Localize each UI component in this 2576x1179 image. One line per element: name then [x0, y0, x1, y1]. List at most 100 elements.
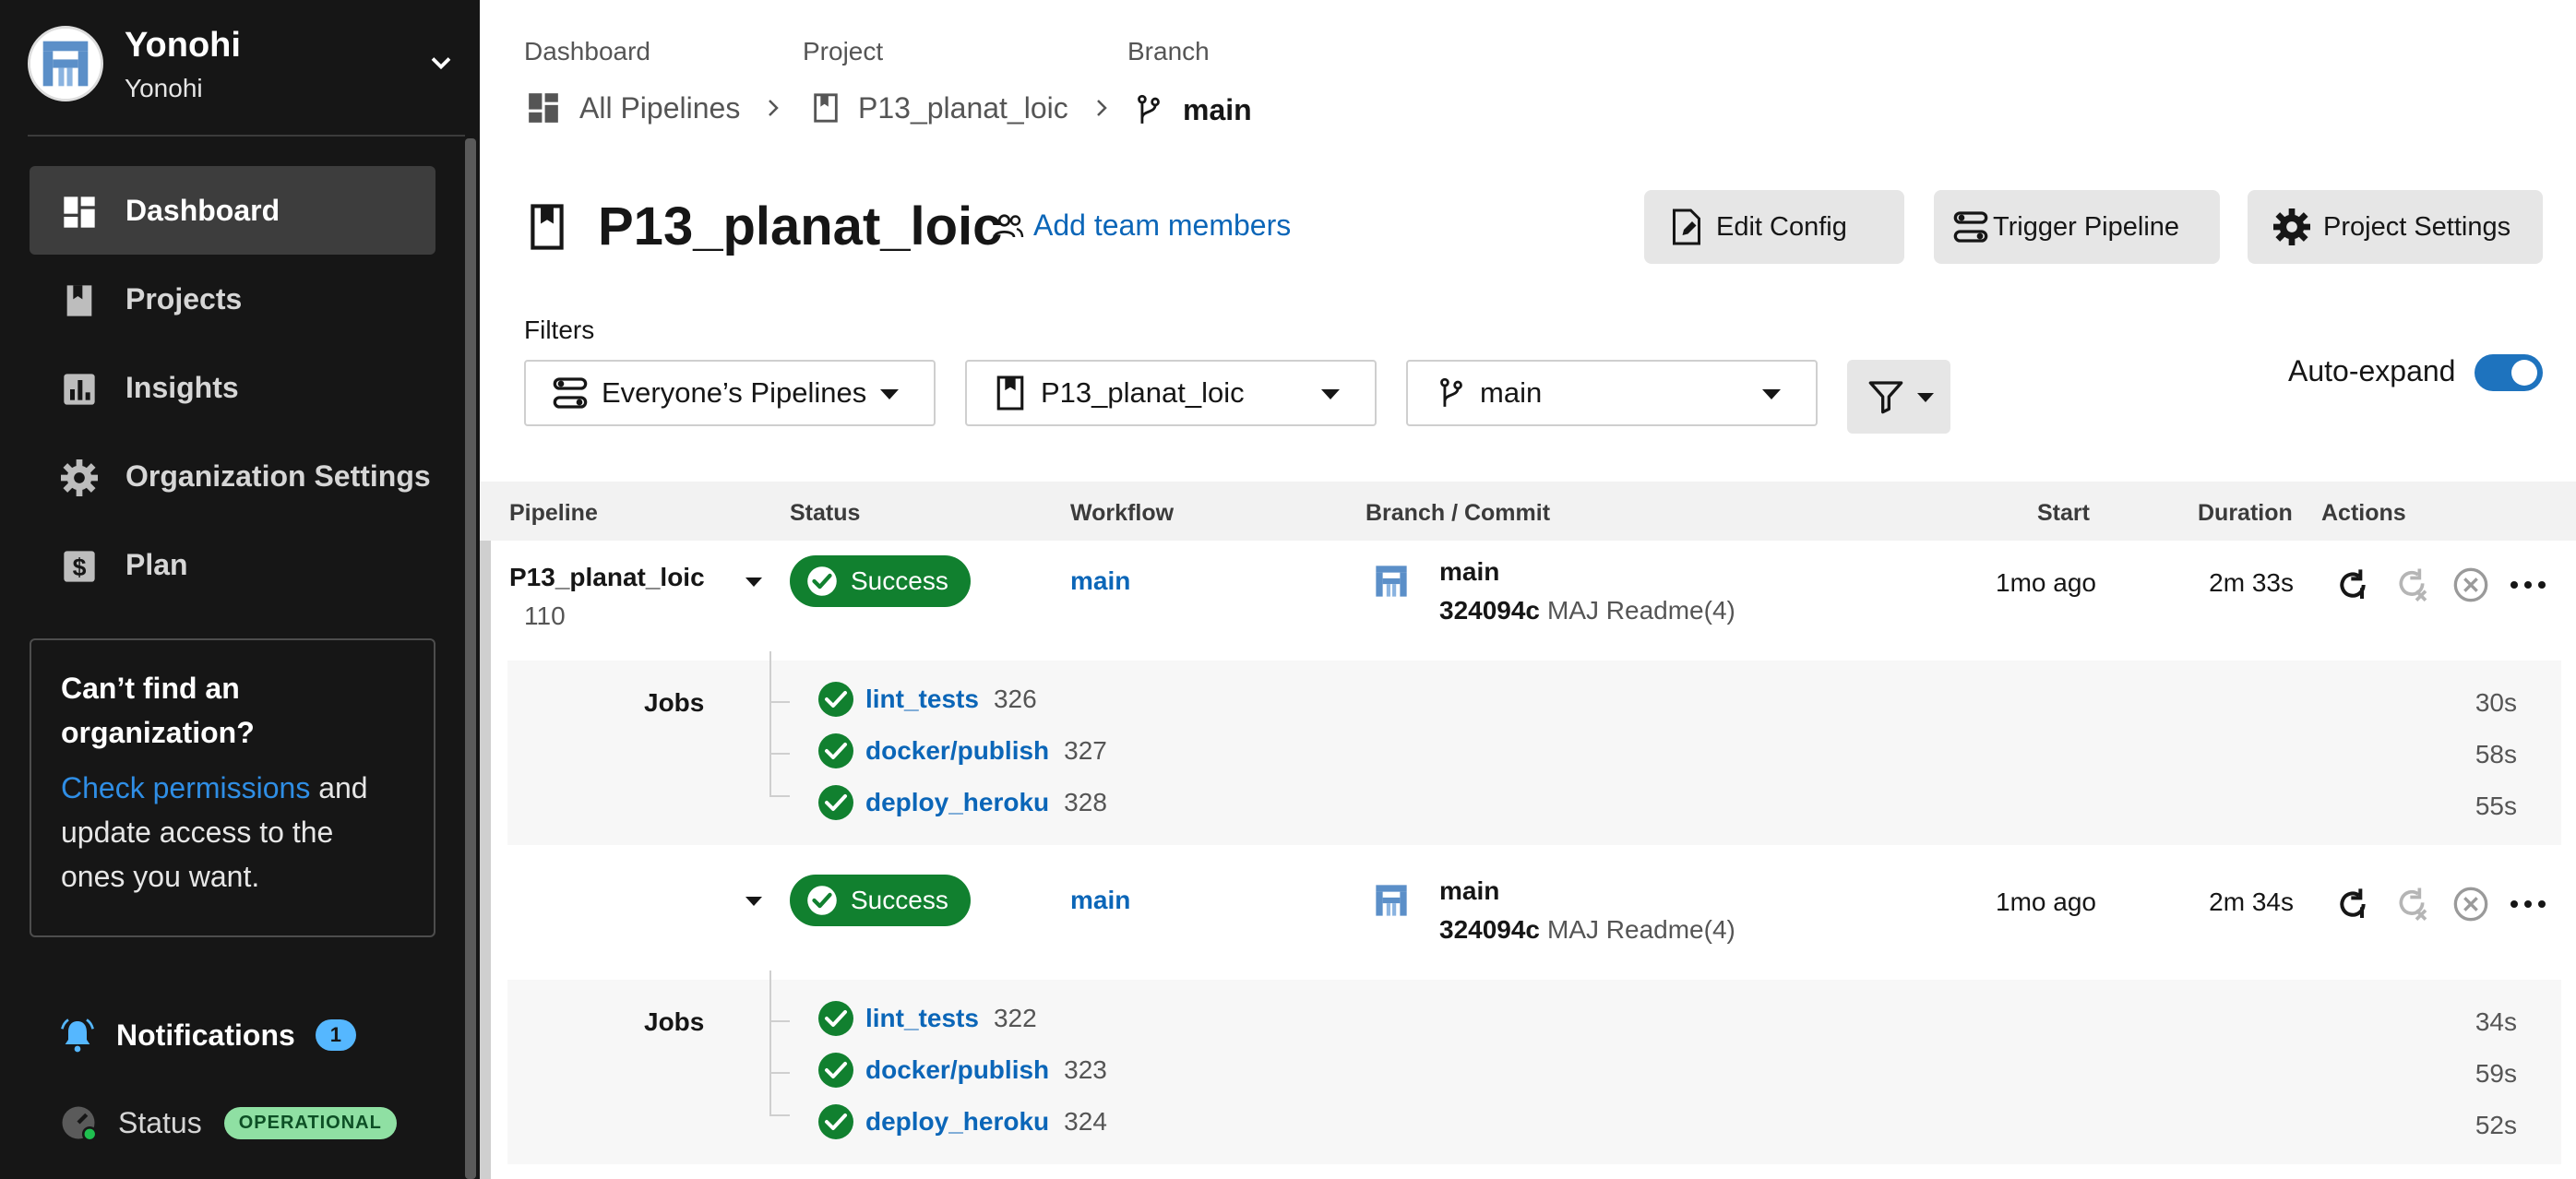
committer-avatar	[1367, 557, 1415, 605]
rerun-icon[interactable]	[2334, 566, 2371, 603]
pipelines-filter-icon	[553, 377, 588, 409]
jobs-tree-branch	[769, 795, 790, 797]
project-icon	[531, 204, 564, 250]
project-icon	[814, 93, 838, 123]
cancel-icon[interactable]	[2452, 886, 2489, 923]
breadcrumb-dashboard-label: Dashboard	[524, 37, 650, 66]
notifications-item[interactable]: Notifications 1	[59, 1017, 357, 1054]
breadcrumb-branch-text: main	[1183, 92, 1252, 126]
commit-info[interactable]: 324094c MAJ Readme(4)	[1439, 596, 1735, 625]
advanced-filter-button[interactable]	[1847, 360, 1950, 434]
commit-branch: main	[1439, 876, 1500, 905]
more-options-icon[interactable]	[2510, 886, 2546, 923]
job-duration: 34s	[2475, 1007, 2517, 1036]
workflow-link[interactable]: main	[1070, 886, 1130, 915]
job-item[interactable]: docker/publish 327	[817, 731, 1107, 771]
filters-label: Filters	[524, 316, 595, 344]
breadcrumb-all-pipelines[interactable]: All Pipelines	[526, 90, 784, 125]
commit-hash: 324094c	[1439, 915, 1541, 944]
check-permissions-link[interactable]: Check permissions	[61, 771, 310, 804]
team-icon	[993, 213, 1024, 237]
status-badge: OPERATIONAL	[223, 1106, 397, 1139]
breadcrumb-project-label: Project	[803, 37, 884, 66]
sidebar-scrollbar[interactable]	[465, 138, 476, 1179]
success-check-icon	[817, 784, 854, 821]
chevron-right-icon	[769, 100, 780, 116]
success-check-icon	[817, 681, 854, 718]
more-options-icon[interactable]	[2510, 566, 2546, 603]
plan-icon: $	[64, 551, 95, 582]
pipelines-filter-value: Everyone’s Pipelines	[602, 376, 867, 409]
expand-caret-icon[interactable]	[745, 897, 762, 906]
rerun-icon[interactable]	[2334, 886, 2371, 923]
project-settings-button[interactable]: Project Settings	[2248, 190, 2543, 264]
job-item[interactable]: deploy_heroku 328	[817, 782, 1107, 823]
workflow-link[interactable]: main	[1070, 566, 1130, 596]
svg-text:$: $	[73, 554, 87, 581]
jobs-label: Jobs	[644, 1007, 705, 1036]
branch-filter-select[interactable]: main	[1406, 360, 1818, 426]
job-id: 324	[1064, 1107, 1107, 1136]
sidebar-item-label: Plan	[125, 547, 188, 581]
job-name[interactable]: lint_tests	[865, 685, 979, 714]
org-switcher[interactable]: Yonohi Yonohi	[28, 26, 452, 103]
pipelines-filter-select[interactable]: Everyone’s Pipelines	[524, 360, 936, 426]
sidebar-item-plan[interactable]: $ Plan	[30, 520, 435, 609]
rerun-failed-icon[interactable]	[2393, 566, 2430, 603]
sidebar-item-label: Dashboard	[125, 193, 280, 227]
expand-caret-icon[interactable]	[745, 578, 762, 587]
chevron-down-icon[interactable]	[424, 46, 458, 79]
status-label: Status	[118, 1105, 202, 1139]
auto-expand-label: Auto-expand	[2288, 354, 2456, 387]
table-header: Pipeline Status Workflow Branch / Commit…	[480, 482, 2576, 541]
job-item[interactable]: docker/publish 323	[817, 1050, 1107, 1090]
breadcrumb-project[interactable]: P13_planat_loic	[810, 90, 1113, 125]
status-item[interactable]: Status OPERATIONAL	[59, 1103, 397, 1142]
status-text: Success	[851, 886, 948, 914]
job-item[interactable]: deploy_heroku 324	[817, 1102, 1107, 1142]
breadcrumb-branch: main	[1133, 90, 1252, 129]
commit-message: MAJ Readme(4)	[1547, 915, 1735, 944]
auto-expand-toggle[interactable]	[2475, 354, 2543, 391]
job-name[interactable]: docker/publish	[865, 736, 1049, 766]
pipeline-name[interactable]: P13_planat_loic	[509, 563, 705, 592]
commit-branch: main	[1439, 557, 1500, 586]
page-title: P13_planat_loic	[598, 196, 1003, 256]
sidebar-item-label: Insights	[125, 370, 239, 404]
sidebar-item-insights[interactable]: Insights	[30, 343, 435, 432]
status-text: Success	[851, 566, 948, 595]
sidebar-item-dashboard[interactable]: Dashboard	[30, 166, 435, 255]
dashboard-icon	[529, 93, 558, 123]
job-id: 326	[993, 685, 1037, 713]
sidebar-item-organization-settings[interactable]: Organization Settings	[30, 432, 435, 520]
edit-config-button[interactable]: Edit Config	[1644, 190, 1904, 264]
job-id: 327	[1064, 736, 1107, 765]
status-badge[interactable]: Success	[790, 555, 971, 607]
pipeline-row[interactable]: P13_planat_loic 110 Success main main 32…	[480, 541, 2576, 661]
status-badge[interactable]: Success	[790, 875, 971, 926]
job-name[interactable]: deploy_heroku	[865, 1107, 1049, 1137]
job-name[interactable]: deploy_heroku	[865, 788, 1049, 817]
funnel-icon	[1868, 381, 1903, 414]
project-filter-select[interactable]: P13_planat_loic	[965, 360, 1377, 426]
project-icon	[996, 375, 1024, 411]
commit-info[interactable]: 324094c MAJ Readme(4)	[1439, 915, 1735, 945]
rerun-failed-icon[interactable]	[2393, 886, 2430, 923]
edit-config-icon	[1673, 208, 1700, 245]
pipeline-duration: 2m 33s	[2209, 568, 2294, 597]
success-check-icon	[817, 1000, 854, 1037]
job-item[interactable]: lint_tests 326	[817, 679, 1037, 720]
job-name[interactable]: docker/publish	[865, 1055, 1049, 1085]
job-item[interactable]: lint_tests 322	[817, 998, 1037, 1039]
caret-down-icon	[1917, 393, 1934, 402]
cancel-icon[interactable]	[2452, 566, 2489, 603]
pipeline-row[interactable]: Success main main 324094c MAJ Readme(4) 1…	[480, 860, 2576, 980]
pipeline-duration: 2m 34s	[2209, 887, 2294, 916]
jobs-tree-branch	[769, 1072, 790, 1074]
sidebar-item-projects[interactable]: Projects	[30, 255, 435, 343]
add-team-members-link[interactable]: Add team members	[991, 208, 1291, 243]
main-content: Dashboard Project Branch All Pipelines P…	[480, 0, 2576, 1179]
job-name[interactable]: lint_tests	[865, 1004, 979, 1033]
trigger-pipeline-button[interactable]: Trigger Pipeline	[1934, 190, 2220, 264]
jobs-tree-line	[769, 651, 771, 795]
